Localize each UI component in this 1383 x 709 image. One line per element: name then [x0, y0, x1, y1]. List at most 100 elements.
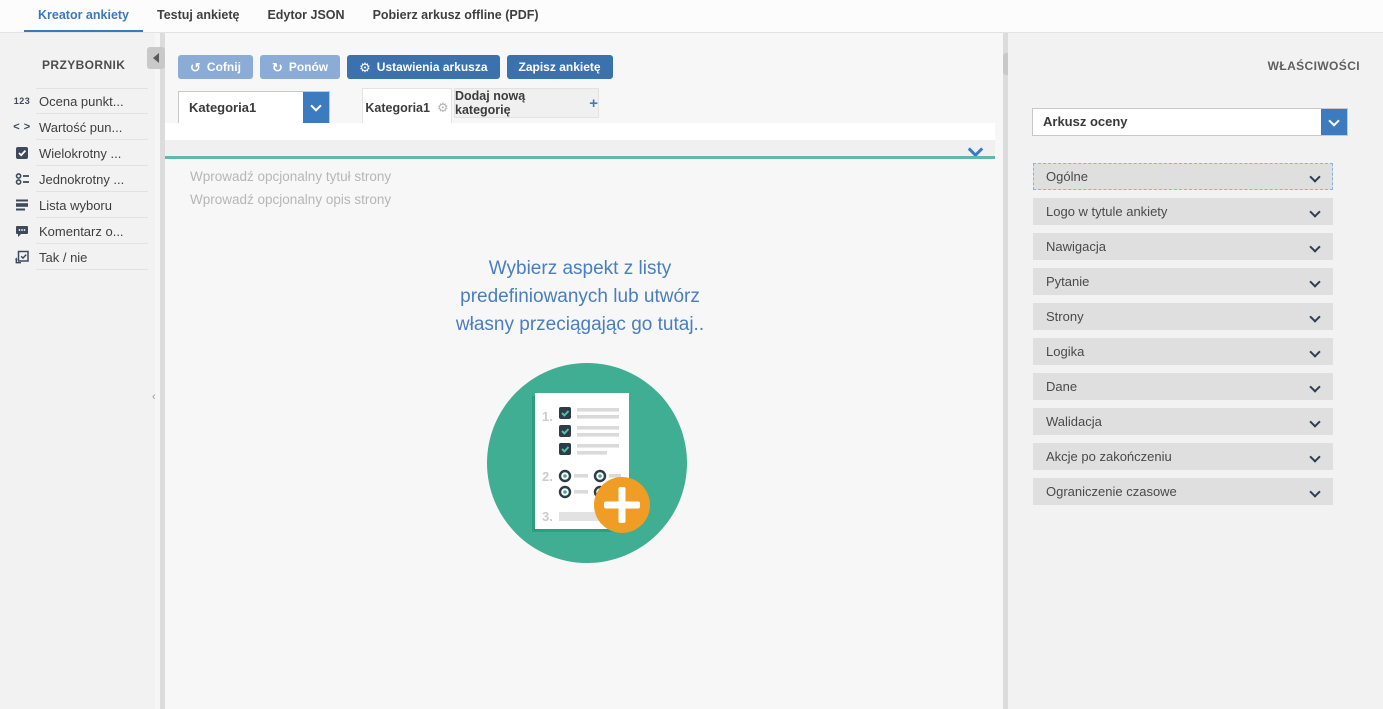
- accordion-section-logika[interactable]: Logika: [1033, 338, 1333, 365]
- empty-page-message: Wybierz aspekt z listy predefiniowanych …: [165, 255, 995, 339]
- chevron-down-icon: [1309, 346, 1320, 357]
- properties-accordion: Ogólne Logo w tytule ankiety Nawigacja P…: [1033, 163, 1333, 513]
- boolean-icon: [13, 250, 31, 264]
- redo-button[interactable]: ↻ Ponów: [260, 55, 340, 79]
- gear-icon: ⚙: [359, 61, 371, 74]
- top-tab-bar: Kreator ankiety Testuj ankietę Edytor JS…: [0, 0, 1383, 33]
- properties-title: WŁAŚCIWOŚCI: [1268, 59, 1360, 73]
- plus-icon: +: [589, 96, 598, 111]
- chevron-down-icon: [1309, 311, 1320, 322]
- toolbox-item-rating[interactable]: 123 Ocena punkt...: [0, 88, 155, 114]
- chevron-down-icon: [1309, 276, 1320, 287]
- survey-header-expand-bar: [165, 140, 995, 156]
- survey-settings-button[interactable]: ⚙ Ustawienia arkusza: [347, 55, 499, 79]
- properties-panel: WŁAŚCIWOŚCI Arkusz oceny Ogólne Logo w t…: [1008, 33, 1383, 709]
- save-survey-button[interactable]: Zapisz ankietę: [507, 55, 613, 79]
- toolbox-item-label: Wielokrotny ...: [39, 146, 121, 161]
- accordion-section-pytanie[interactable]: Pytanie: [1033, 268, 1333, 295]
- accordion-section-dane[interactable]: Dane: [1033, 373, 1333, 400]
- splitter-left-grip-left-icon[interactable]: ‹: [152, 392, 156, 403]
- settings-label: Ustawienia arkusza: [377, 60, 488, 74]
- toolbox-list: 123 Ocena punkt... < > Wartość pun... Wi…: [0, 88, 155, 270]
- accordion-section-logo[interactable]: Logo w tytule ankiety: [1033, 198, 1333, 225]
- category-tab-active[interactable]: Kategoria1 ⚙: [362, 88, 452, 126]
- accordion-label: Pytanie: [1046, 274, 1089, 289]
- toolbox-item-radiogroup[interactable]: Jednokrotny ...: [0, 166, 155, 192]
- accordion-section-nawigacja[interactable]: Nawigacja: [1033, 233, 1333, 260]
- empty-page-message-text: Wybierz aspekt z listy predefiniowanych …: [440, 255, 720, 339]
- rating-icon: 123: [13, 96, 31, 106]
- add-aspect-icon: [594, 477, 650, 533]
- toolbox-item-label: Ocena punkt...: [39, 94, 124, 109]
- toolbox-panel: PRZYBORNIK 123 Ocena punkt... < > Wartoś…: [0, 33, 155, 709]
- category-select-button[interactable]: [303, 92, 329, 123]
- undo-button[interactable]: ↺ Cofnij: [178, 55, 253, 79]
- category-select[interactable]: Kategoria1: [178, 91, 330, 124]
- chevron-down-icon: [1309, 206, 1320, 217]
- chevron-down-icon: [1328, 115, 1339, 126]
- toolbox-item-checkbox[interactable]: Wielokrotny ...: [0, 140, 155, 166]
- radiogroup-icon: [13, 172, 31, 186]
- add-category-label: Dodaj nową kategorię: [455, 89, 582, 117]
- tab-pobierz-arkusz-offline-pdf[interactable]: Pobierz arkusz offline (PDF): [359, 0, 553, 32]
- accordion-section-walidacja[interactable]: Walidacja: [1033, 408, 1333, 435]
- collapse-toolbox-button[interactable]: [147, 47, 165, 69]
- redo-label: Ponów: [289, 60, 328, 74]
- toolbox-item-boolean[interactable]: Tak / nie: [0, 244, 155, 270]
- designer-canvas: ↺ Cofnij ↻ Ponów ⚙ Ustawienia arkusza Za…: [165, 33, 1003, 709]
- toolbox-title: PRZYBORNIK: [42, 58, 155, 72]
- expand-chevron-down-icon[interactable]: [968, 142, 984, 158]
- category-bar: Kategoria1 Kategoria1 ⚙ Dodaj nową kateg…: [178, 88, 995, 126]
- toolbox-item-label: Lista wyboru: [39, 198, 112, 213]
- svg-text:2.: 2.: [542, 469, 553, 484]
- category-tab-label: Kategoria1: [365, 101, 430, 115]
- accordion-section-ograniczenie-czasowe[interactable]: Ograniczenie czasowe: [1033, 478, 1333, 505]
- chevron-left-icon: [153, 53, 159, 63]
- toolbox-item-dropdown[interactable]: Lista wyboru: [0, 192, 155, 218]
- comment-icon: [13, 224, 31, 238]
- page-description-input[interactable]: Wprowadź opcjonalny opis strony: [190, 192, 391, 207]
- toolbox-item-comment[interactable]: Komentarz o...: [0, 218, 155, 244]
- tab-kreator-ankiety[interactable]: Kreator ankiety: [24, 0, 143, 32]
- svg-text:3.: 3.: [542, 509, 553, 524]
- undo-icon: ↺: [190, 61, 201, 74]
- accordion-label: Logika: [1046, 344, 1084, 359]
- chevron-down-icon: [1309, 451, 1320, 462]
- designer-toolbar: ↺ Cofnij ↻ Ponów ⚙ Ustawienia arkusza Za…: [178, 55, 613, 79]
- toolbox-item-label: Jednokrotny ...: [39, 172, 124, 187]
- accordion-label: Strony: [1046, 309, 1084, 324]
- accordion-section-akcje-po-zakonczeniu[interactable]: Akcje po zakończeniu: [1033, 443, 1333, 470]
- chevron-down-icon: [1309, 381, 1320, 392]
- accordion-section-ogolne[interactable]: Ogólne: [1033, 163, 1333, 190]
- toolbox-item-label: Komentarz o...: [39, 224, 124, 239]
- survey-header-band: [165, 123, 995, 140]
- accordion-label: Nawigacja: [1046, 239, 1106, 254]
- category-settings-icon[interactable]: ⚙: [437, 101, 449, 114]
- accordion-label: Logo w tytule ankiety: [1046, 204, 1167, 219]
- toolbox-item-point-value[interactable]: < > Wartość pun...: [0, 114, 155, 140]
- properties-target-button[interactable]: [1321, 109, 1347, 135]
- undo-label: Cofnij: [207, 60, 241, 74]
- accordion-label: Ogólne: [1046, 169, 1088, 184]
- page-accent-line: [165, 156, 995, 159]
- chevron-down-icon: [310, 100, 321, 111]
- page-title-input[interactable]: Wprowadź opcjonalny tytuł strony: [190, 169, 391, 184]
- svg-text:1.: 1.: [542, 409, 553, 424]
- accordion-label: Ograniczenie czasowe: [1046, 484, 1177, 499]
- chevron-down-icon: [1309, 241, 1320, 252]
- checkbox-icon: [13, 146, 31, 160]
- save-label: Zapisz ankietę: [519, 60, 601, 74]
- tab-testuj-ankiete[interactable]: Testuj ankietę: [143, 0, 253, 32]
- accordion-section-strony[interactable]: Strony: [1033, 303, 1333, 330]
- toolbox-item-label: Tak / nie: [39, 250, 87, 265]
- chevron-down-icon: [1309, 486, 1320, 497]
- category-select-value: Kategoria1: [189, 92, 256, 123]
- accordion-label: Akcje po zakończeniu: [1046, 449, 1172, 464]
- chevron-down-icon: [1309, 171, 1320, 182]
- angle-brackets-icon: < >: [13, 121, 31, 133]
- tab-edytor-json[interactable]: Edytor JSON: [253, 0, 358, 32]
- add-category-tab[interactable]: Dodaj nową kategorię +: [454, 88, 599, 118]
- redo-icon: ↻: [272, 61, 283, 74]
- accordion-label: Walidacja: [1046, 414, 1102, 429]
- properties-target-select[interactable]: Arkusz oceny: [1032, 108, 1348, 136]
